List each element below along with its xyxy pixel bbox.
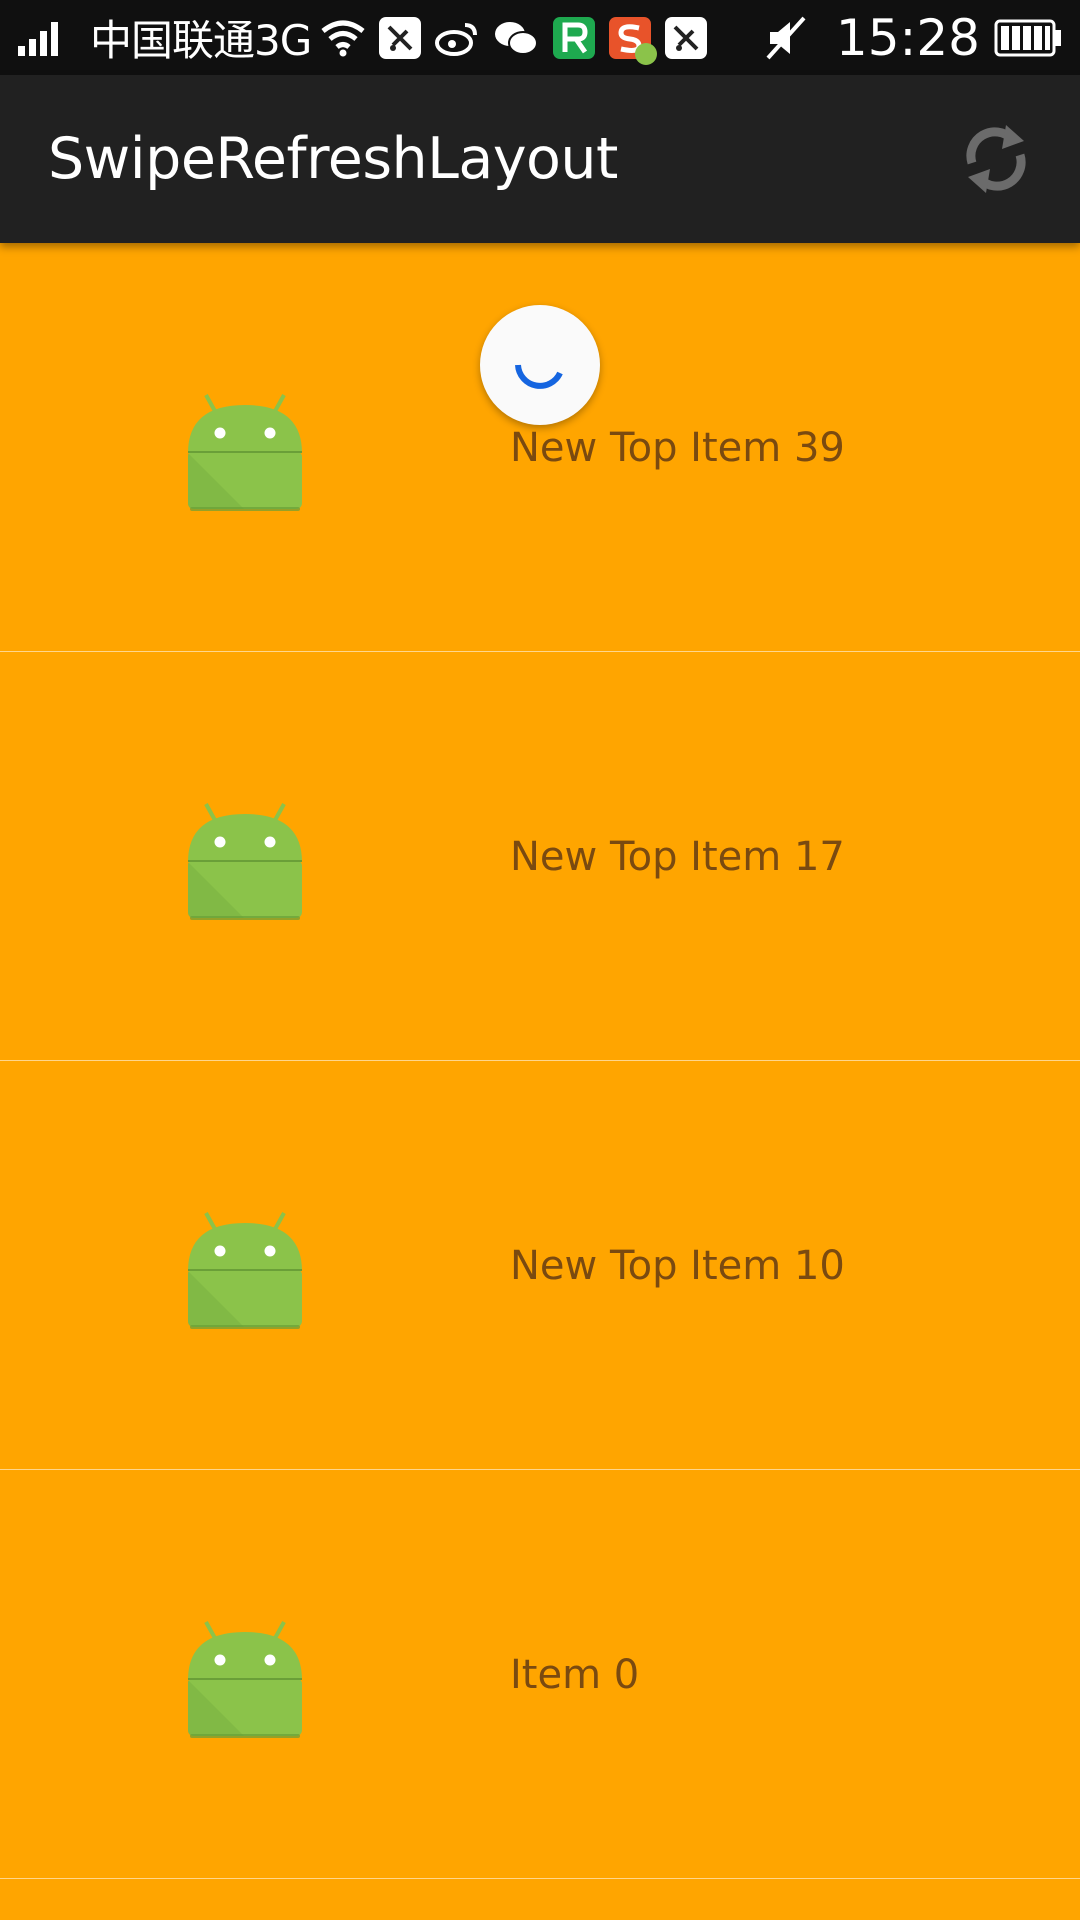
carrier-label: 中国联通3G	[90, 16, 312, 65]
weibo-icon	[435, 19, 479, 57]
notification-app-icon	[665, 16, 708, 59]
refresh-icon	[966, 125, 1026, 193]
android-icon	[188, 394, 302, 511]
battery-icon	[994, 19, 1062, 57]
list-item-label: New Top Item 10	[510, 1243, 845, 1289]
app-bar: SwipeRefreshLayout	[0, 75, 1080, 243]
status-left: 中国联通3G	[0, 0, 721, 75]
r-app-icon	[553, 16, 596, 59]
signal-icon	[18, 20, 64, 56]
app-title: SwipeRefreshLayout	[48, 126, 618, 192]
wechat-icon	[493, 19, 539, 57]
list-item[interactable]: New Top Item 10	[0, 1061, 1080, 1470]
list-item-label: Item 0	[510, 1652, 640, 1698]
mute-icon	[764, 16, 808, 60]
list-item-label: New Top Item 39	[510, 425, 845, 471]
item-list[interactable]: New Top Item 39 New Top Item 17 New Top …	[0, 243, 1080, 1879]
sogou-icon	[609, 16, 658, 65]
status-right: 15:28	[764, 0, 1080, 75]
notification-app-icon	[379, 16, 422, 59]
refresh-progress-indicator	[480, 305, 600, 425]
list-item[interactable]: Item 0	[0, 1470, 1080, 1879]
wifi-icon	[321, 19, 365, 57]
android-icon	[188, 1621, 302, 1738]
list-item-label: New Top Item 17	[510, 834, 845, 880]
android-icon	[188, 1212, 302, 1329]
list-item[interactable]: New Top Item 17	[0, 652, 1080, 1061]
refresh-button[interactable]	[954, 117, 1038, 201]
clock: 15:28	[835, 8, 980, 67]
status-bar: 中国联通3G 15:28	[0, 0, 1080, 75]
loading-spinner-icon	[515, 364, 563, 389]
android-icon	[188, 803, 302, 920]
